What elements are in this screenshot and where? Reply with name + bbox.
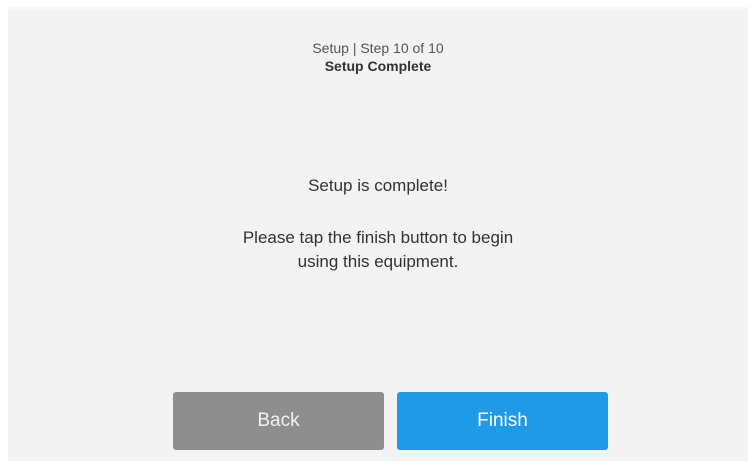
completion-heading: Setup is complete!	[308, 176, 448, 195]
completion-message: Setup is complete! Please tap the finish…	[8, 175, 748, 274]
instruction-line-1: Please tap the finish button to begin	[242, 228, 514, 247]
instruction-line-2: using this equipment.	[297, 252, 459, 271]
top-edge	[8, 7, 748, 10]
completion-instructions: Please tap the finish button to begin us…	[8, 226, 748, 274]
finish-button[interactable]: Finish	[397, 392, 608, 450]
step-indicator: Setup | Step 10 of 10	[312, 40, 444, 56]
back-button[interactable]: Back	[173, 392, 384, 450]
header: Setup | Step 10 of 10 Setup Complete	[8, 39, 748, 75]
setup-screen: Setup | Step 10 of 10 Setup Complete Set…	[8, 7, 748, 461]
button-bar: Back Finish	[173, 392, 613, 450]
page-title: Setup Complete	[324, 58, 432, 74]
